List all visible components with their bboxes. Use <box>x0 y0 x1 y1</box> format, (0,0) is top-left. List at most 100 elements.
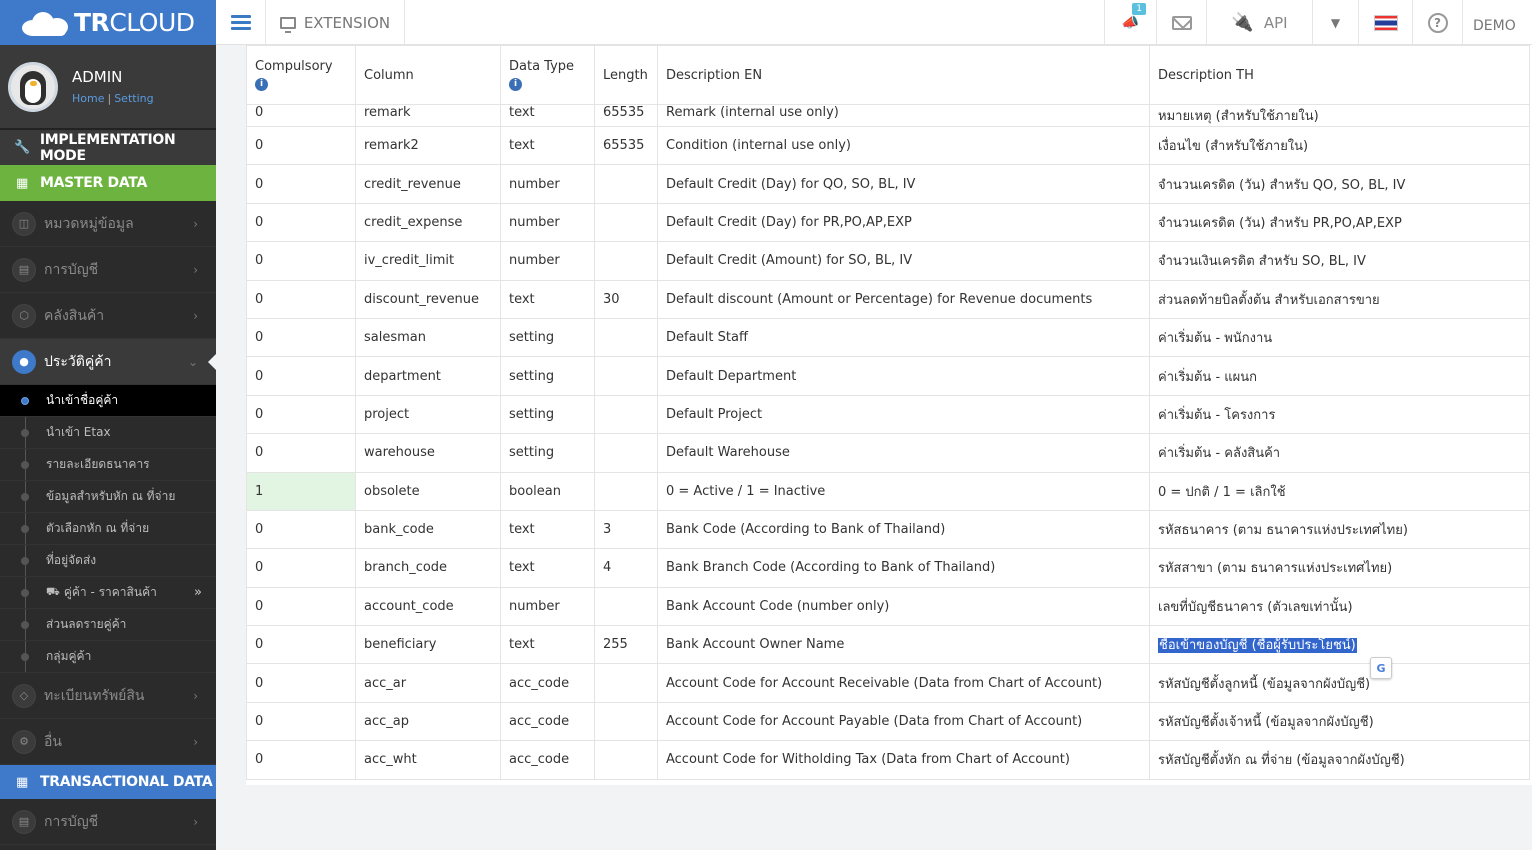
table-cell: Account Code for Account Payable (Data f… <box>657 701 1150 742</box>
chevron-right-icon: › <box>193 309 198 323</box>
sidebar-item-other[interactable]: ⚙ อื่น › <box>0 719 216 765</box>
table-row: 0 salesman setting Default Staff ค่าเริ่มต้น… <box>246 317 1530 358</box>
sub-item-import-contacts[interactable]: นำเข้าชื่อคู่ค้า <box>0 385 216 417</box>
table-cell: acc_ap <box>355 701 501 742</box>
notification-button[interactable]: 📣 1 <box>1104 0 1156 45</box>
table-cell: ส่วนลดท้ายบิลตั้งต้น สำหรับเอกสารขาย <box>1149 279 1530 319</box>
setting-link[interactable]: Setting <box>114 92 153 105</box>
sidebar-item-accounting[interactable]: ▤ การบัญชี › <box>0 247 216 293</box>
table-cell: department <box>355 356 501 396</box>
logo[interactable]: TRCLOUD <box>0 0 216 45</box>
table-cell: setting <box>500 394 595 435</box>
sub-item-wht-options[interactable]: ตัวเลือกหัก ณ ที่จ่าย <box>0 513 216 545</box>
table-cell: เงื่อนไข (สำหรับใช้ภายใน) <box>1149 125 1530 166</box>
table-row: 0 department setting Default Department ค่าเ… <box>246 356 1530 396</box>
table-cell <box>594 433 658 473</box>
table-cell: 0 <box>246 433 356 473</box>
table-cell: 0 <box>246 586 356 627</box>
sidebar-item-warehouse[interactable]: ⬡ คลังสินค้า › <box>0 293 216 339</box>
sub-item-import-etax[interactable]: นำเข้า Etax <box>0 417 216 449</box>
language-button[interactable] <box>1358 0 1412 45</box>
table-cell: iv_credit_limit <box>355 241 501 281</box>
thai-flag-icon <box>1373 14 1398 31</box>
implementation-mode-button[interactable]: 🔧 IMPLEMENTATION MODE <box>0 129 216 165</box>
transactional-data-header[interactable]: ▦ TRANSACTIONAL DATA <box>0 765 216 799</box>
table-cell: Condition (internal use only) <box>657 125 1150 166</box>
table-cell: 0 <box>246 202 356 243</box>
caret-down-icon: ▼ <box>1330 15 1341 30</box>
book-icon: ▤ <box>12 809 36 834</box>
info-icon[interactable]: i <box>255 78 268 91</box>
table-cell: discount_revenue <box>355 279 501 319</box>
table-cell: ค่าเริ่มต้น - พนักงาน <box>1149 317 1530 358</box>
table-cell: text <box>500 125 595 166</box>
sidebar-item-contact-history[interactable]: ● ประวัติคู่ค้า ⌄ <box>0 339 216 385</box>
api-button[interactable]: 🔌 API <box>1206 0 1312 45</box>
table-cell <box>594 356 658 396</box>
mail-button[interactable] <box>1156 0 1206 45</box>
table-cell: acc_wht <box>355 740 501 780</box>
double-chevron-right-icon: » <box>194 585 202 600</box>
grid-icon: ▦ <box>16 774 28 790</box>
column-spec-table: Compulsory i Column Data Type i Length Des… <box>246 45 1530 780</box>
account-button[interactable]: DEMO <box>1462 0 1532 45</box>
translate-icon[interactable]: G <box>1370 657 1392 679</box>
table-cell: setting <box>500 433 595 473</box>
table-cell: จำนวนเงินเครดิต สำหรับ SO, BL, IV <box>1149 241 1530 281</box>
table-row: 0 bank_code text 3 Bank Code (According to B… <box>246 509 1530 550</box>
sub-item-contact-group[interactable]: กลุ่มคู่ค้า <box>0 641 216 673</box>
table-cell: ชื่อเข้าของบัญชี (ชื่อผู้รับประโยชน์) <box>1149 625 1530 665</box>
table-cell: 1 <box>246 471 356 511</box>
table-row: 0 remark text 65535 Remark (internal use onl… <box>246 104 1530 127</box>
table-cell: 0 = Active / 1 = Inactive <box>657 471 1150 511</box>
table-row: 1 obsolete boolean 0 = Active / 1 = Inactiv… <box>246 471 1530 511</box>
table-cell: boolean <box>500 471 595 511</box>
table-cell <box>594 202 658 243</box>
table-cell: warehouse <box>355 433 501 473</box>
table-cell: Remark (internal use only) <box>657 104 1150 127</box>
home-link[interactable]: Home <box>72 92 104 105</box>
table-header-row: Compulsory i Column Data Type i Length Des… <box>246 45 1530 105</box>
info-icon[interactable]: i <box>509 78 522 91</box>
avatar[interactable] <box>8 61 58 112</box>
table-cell: 0 <box>246 104 356 127</box>
sub-item-contact-price[interactable]: ⛟ คู่ค้า - ราคาสินค้า» <box>0 577 216 609</box>
table-cell: 0 <box>246 279 356 319</box>
sub-item-wht-data[interactable]: ข้อมูลสำหรับหัก ณ ที่จ่าย <box>0 481 216 513</box>
table-cell: Default Staff <box>657 317 1150 358</box>
sidebar-item-categories[interactable]: ◫ หมวดหมู่ข้อมูล › <box>0 201 216 247</box>
menu-toggle-button[interactable] <box>216 0 266 45</box>
table-cell <box>594 471 658 511</box>
extension-button[interactable]: EXTENSION <box>266 0 405 45</box>
header-description-th: Description TH <box>1149 45 1530 105</box>
table-row: 0 acc_ar acc_code Account Code for Account … <box>246 663 1530 703</box>
sub-item-shipping-address[interactable]: ที่อยู่จัดส่ง <box>0 545 216 577</box>
table-cell: Default Warehouse <box>657 433 1150 473</box>
table-cell: จำนวนเครดิต (วัน) สำหรับ QO, SO, BL, IV <box>1149 164 1530 204</box>
sub-item-contact-discount[interactable]: ส่วนลดรายคู่ค้า <box>0 609 216 641</box>
table-cell: Bank Branch Code (According to Bank of T… <box>657 548 1150 588</box>
logo-text: TRCLOUD <box>74 8 195 37</box>
sub-item-bank-details[interactable]: รายละเอียดธนาคาร <box>0 449 216 481</box>
table-cell: 0 <box>246 625 356 665</box>
chevron-right-icon: › <box>193 217 198 231</box>
table-cell: credit_expense <box>355 202 501 243</box>
table-cell: 0 <box>246 740 356 780</box>
sidebar-item-accounting-trans[interactable]: ▤ การบัญชี › <box>0 799 216 845</box>
table-cell: 0 <box>246 663 356 703</box>
top-bar: EXTENSION 📣 1 🔌 API ▼ ? DEMO <box>216 0 1532 45</box>
dropdown-button[interactable]: ▼ <box>1312 0 1358 45</box>
help-button[interactable]: ? <box>1412 0 1462 45</box>
table-row: 0 credit_expense number Default Credit (Day… <box>246 202 1530 243</box>
table-cell: salesman <box>355 317 501 358</box>
table-cell: acc_code <box>500 663 595 703</box>
table-cell: Account Code for Account Receivable (Dat… <box>657 663 1150 703</box>
table-cell: รหัสบัญชีตั้งหัก ณ ที่จ่าย (ข้อมูลจากผัง… <box>1149 740 1530 780</box>
table-cell: credit_revenue <box>355 164 501 204</box>
table-row: 0 remark2 text 65535 Condition (internal use… <box>246 125 1530 166</box>
grid-icon: ▦ <box>16 175 28 191</box>
master-data-header[interactable]: ▦ MASTER DATA <box>0 165 216 201</box>
sidebar-item-assets[interactable]: ◇ ทะเบียนทรัพย์สิน › <box>0 673 216 719</box>
table-cell: text <box>500 548 595 588</box>
table-cell: 0 = ปกติ / 1 = เลิกใช้ <box>1149 471 1530 511</box>
